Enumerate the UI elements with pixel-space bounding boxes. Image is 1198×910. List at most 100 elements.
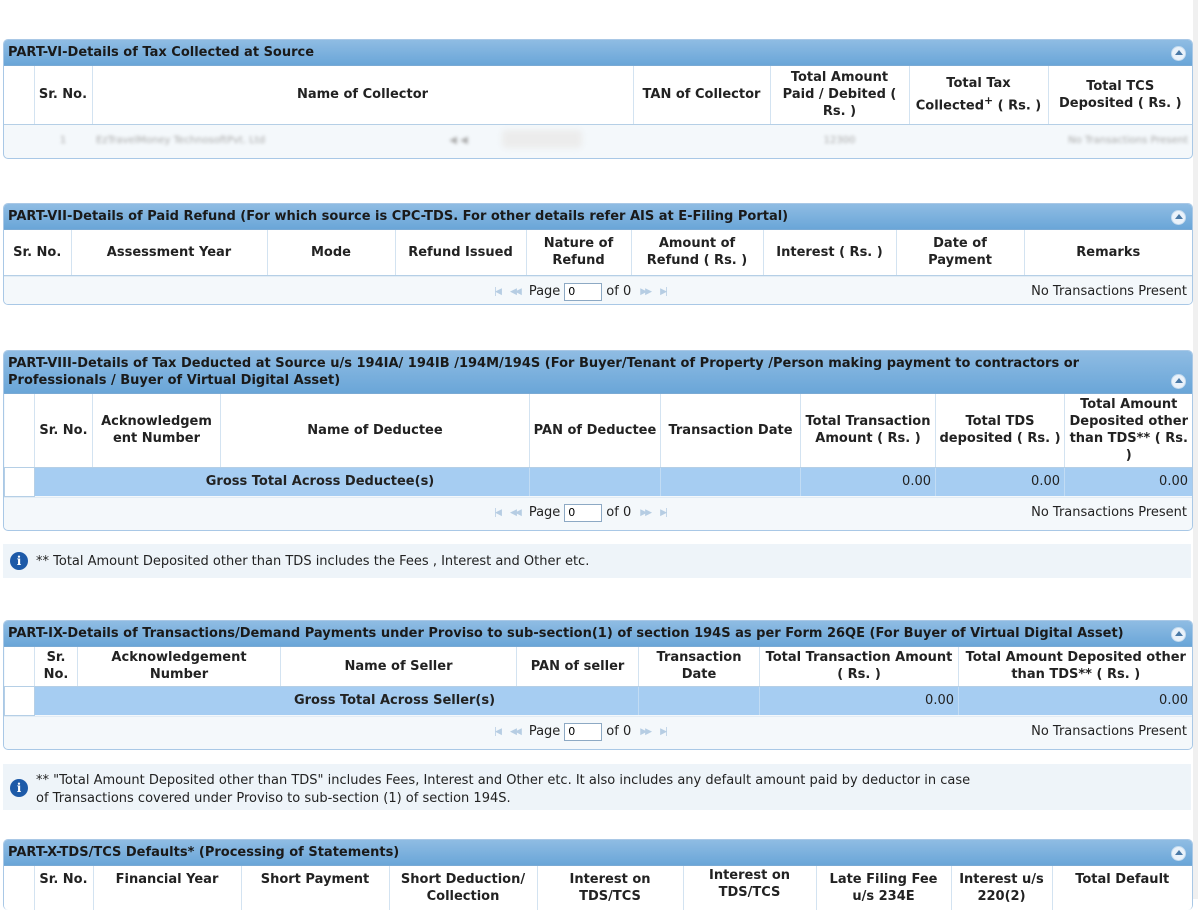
- last-page-icon[interactable]: ▶|: [660, 287, 668, 297]
- pager-blur: ◀ ◀: [449, 134, 468, 146]
- col-interest-220[interactable]: Interest u/s 220(2): [951, 866, 1053, 910]
- part10-header[interactable]: PART-X-TDS/TCS Defaults* (Processing of …: [4, 840, 1192, 866]
- col-name-of-deductee[interactable]: Name of Deductee: [220, 394, 530, 468]
- gross-total-row: Gross Total Across Deductee(s) 0.00 0.00…: [4, 466, 1192, 497]
- page-count-label: of 0: [606, 724, 632, 739]
- col-sr-no[interactable]: Sr. No.: [34, 647, 78, 687]
- col-tan-of-collector[interactable]: TAN of Collector: [633, 66, 771, 125]
- col-remarks[interactable]: Remarks: [1024, 230, 1192, 276]
- col-transaction-date[interactable]: Transaction Date: [660, 394, 801, 468]
- page-input[interactable]: [564, 503, 603, 522]
- first-page-icon[interactable]: |◀: [494, 508, 502, 518]
- no-transactions-text: No Transactions Present: [1031, 723, 1187, 739]
- col-financial-year[interactable]: Financial Year: [93, 866, 242, 910]
- row-checkbox[interactable]: [4, 466, 35, 497]
- col-interest[interactable]: Interest ( Rs. ): [763, 230, 897, 276]
- col-total-amount-other-than-tds[interactable]: Total Amount Deposited other than TDS** …: [958, 647, 1192, 687]
- col-late-filing-fee[interactable]: Late Filing Fee u/s 234E: [816, 866, 952, 910]
- next-page-icon[interactable]: ▶▶: [640, 287, 652, 297]
- table-row[interactable]: 1 EzTravelMoney TechnosoftPvt. Ltd ◀ ◀ 1…: [4, 124, 1192, 154]
- col-total-tcs-deposited[interactable]: Total TCS Deposited ( Rs. ): [1048, 66, 1192, 125]
- col-checkbox: [4, 66, 35, 125]
- row-checkbox[interactable]: [4, 685, 35, 716]
- first-page-icon[interactable]: |◀: [494, 287, 502, 297]
- col-total-transaction-amount[interactable]: Total Transaction Amount ( Rs. ): [759, 647, 959, 687]
- page-input[interactable]: [564, 282, 603, 301]
- col-pan-of-deductee[interactable]: PAN of Deductee: [529, 394, 661, 468]
- collapse-icon[interactable]: [1171, 846, 1186, 861]
- col-mode[interactable]: Mode: [267, 230, 396, 276]
- first-page-icon[interactable]: |◀: [494, 727, 502, 737]
- col-assessment-year[interactable]: Assessment Year: [71, 230, 268, 276]
- page-count-label: of 0: [606, 284, 632, 299]
- part7-header[interactable]: PART-VII-Details of Paid Refund (For whi…: [4, 204, 1192, 230]
- last-page-icon[interactable]: ▶|: [660, 727, 668, 737]
- gross-total-other-than-tds: 0.00: [1064, 467, 1192, 496]
- part8-title: PART-VIII-Details of Tax Deducted at Sou…: [8, 356, 1080, 388]
- prev-page-icon[interactable]: ◀◀: [510, 508, 522, 518]
- part8-header[interactable]: PART-VIII-Details of Tax Deducted at Sou…: [4, 351, 1192, 394]
- no-transactions-text: No Transactions Present: [1031, 504, 1187, 520]
- col-total-amount-other-than-tds[interactable]: Total Amount Deposited other than TDS** …: [1064, 394, 1192, 468]
- col-total-tds-deposited[interactable]: Total TDS deposited ( Rs. ): [935, 394, 1065, 468]
- col-short-deduction[interactable]: Short Deduction/ Collection: [389, 866, 538, 910]
- last-page-icon[interactable]: ▶|: [660, 508, 668, 518]
- pager: |◀ ◀◀ Page of 0 ▶▶ ▶| No Transactions Pr…: [4, 496, 1192, 528]
- prev-page-icon[interactable]: ◀◀: [510, 727, 522, 737]
- page-label: Page: [528, 505, 561, 520]
- part6-title: PART-VI-Details of Tax Collected at Sour…: [8, 45, 315, 60]
- next-page-icon[interactable]: ▶▶: [640, 727, 652, 737]
- part10-table: Sr. No. Financial Year Short Payment Sho…: [4, 866, 1192, 910]
- amount-cell: 12300: [823, 134, 856, 146]
- col-acknowledgement-number[interactable]: Acknowledgement Number: [77, 647, 281, 687]
- prev-page-icon[interactable]: ◀◀: [510, 287, 522, 297]
- part9-header[interactable]: PART-IX-Details of Transactions/Demand P…: [4, 621, 1192, 647]
- col-total-amount-paid[interactable]: Total Amount Paid / Debited ( Rs. ): [770, 66, 910, 125]
- info-note-1: i ** Total Amount Deposited other than T…: [3, 544, 1191, 578]
- col-total-tax-collected[interactable]: Total Tax Collected+ ( Rs. ): [909, 66, 1049, 125]
- col-sr-no[interactable]: Sr. No.: [34, 394, 93, 468]
- page-count-label: of 0: [606, 505, 632, 520]
- gross-total-tds-deposited: 0.00: [935, 467, 1065, 496]
- no-transactions-text: No Transactions Present: [1068, 134, 1188, 146]
- col-sr-no[interactable]: Sr. No.: [34, 66, 93, 125]
- col-name-of-seller[interactable]: Name of Seller: [280, 647, 517, 687]
- info-note-text-line1: ** "Total Amount Deposited other than TD…: [36, 773, 971, 788]
- page-label: Page: [528, 284, 561, 299]
- part6-table: Sr. No. Name of Collector TAN of Collect…: [4, 66, 1192, 154]
- gross-total-transaction-amount: 0.00: [800, 467, 936, 496]
- info-note-2: i ** "Total Amount Deposited other than …: [3, 764, 1191, 810]
- col-short-payment[interactable]: Short Payment: [241, 866, 390, 910]
- col-interest-on-tds-tcs-1[interactable]: Interest on TDS/TCS: [537, 866, 684, 910]
- next-page-icon[interactable]: ▶▶: [640, 508, 652, 518]
- page-scrollbar[interactable]: [1193, 0, 1198, 899]
- col-pan-of-seller[interactable]: PAN of seller: [516, 647, 639, 687]
- col-total-transaction-amount[interactable]: Total Transaction Amount ( Rs. ): [800, 394, 936, 468]
- col-amount-of-refund[interactable]: Amount of Refund ( Rs. ): [631, 230, 764, 276]
- col-checkbox: [4, 394, 35, 468]
- part6-panel: PART-VI-Details of Tax Collected at Sour…: [3, 39, 1193, 159]
- col-transaction-date[interactable]: Transaction Date: [638, 647, 760, 687]
- collapse-icon[interactable]: [1171, 627, 1186, 642]
- col-date-of-payment[interactable]: Date of Payment: [896, 230, 1025, 276]
- collapse-icon[interactable]: [1171, 46, 1186, 61]
- part9-title: PART-IX-Details of Transactions/Demand P…: [8, 626, 1124, 641]
- collapse-icon[interactable]: [1171, 374, 1186, 389]
- gross-total-row: Gross Total Across Seller(s) 0.00 0.00: [4, 685, 1192, 716]
- sr-no-cell: 1: [59, 134, 67, 146]
- col-nature-of-refund[interactable]: Nature of Refund: [526, 230, 632, 276]
- col-refund-issued[interactable]: Refund Issued: [395, 230, 527, 276]
- info-note-text-line2: of Transactions covered under Proviso to…: [36, 791, 511, 806]
- col-name-of-collector[interactable]: Name of Collector: [92, 66, 634, 125]
- part8-table: Sr. No. Acknowledgem ent Number Name of …: [4, 394, 1192, 497]
- col-interest-on-tds-tcs-2[interactable]: Interest on TDS/TCS: [683, 866, 817, 910]
- col-sr-no[interactable]: Sr. No.: [4, 230, 72, 276]
- collapse-icon[interactable]: [1171, 210, 1186, 225]
- part7-panel: PART-VII-Details of Paid Refund (For whi…: [3, 203, 1193, 305]
- pager: |◀ ◀◀ Page of 0 ▶▶ ▶| No Transactions Pr…: [4, 715, 1192, 747]
- page-input[interactable]: [564, 722, 603, 741]
- col-sr-no[interactable]: Sr. No.: [34, 866, 94, 910]
- col-acknowledgement-number[interactable]: Acknowledgem ent Number: [92, 394, 221, 468]
- part6-header[interactable]: PART-VI-Details of Tax Collected at Sour…: [4, 40, 1192, 66]
- col-total-default[interactable]: Total Default: [1052, 866, 1192, 910]
